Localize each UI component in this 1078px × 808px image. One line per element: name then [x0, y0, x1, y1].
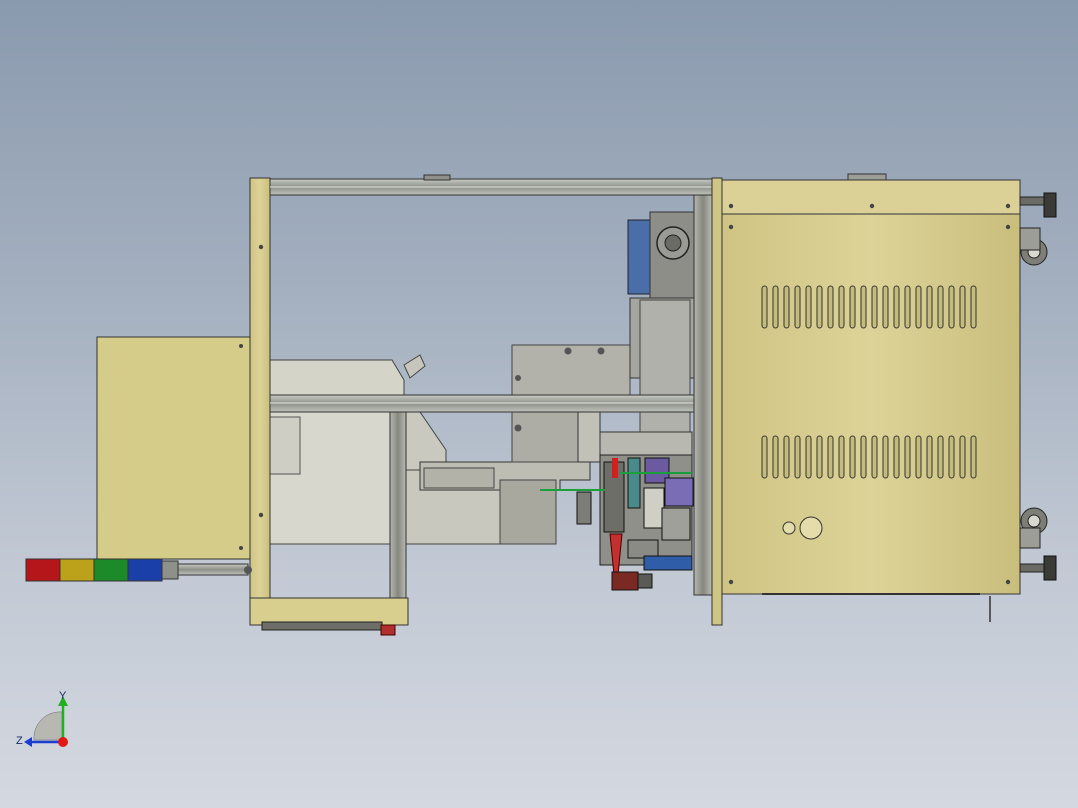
vent-slot: [948, 435, 955, 479]
vent-slot: [970, 285, 977, 329]
vent-slot: [882, 285, 889, 329]
vent-slot: [882, 435, 889, 479]
electrical-cabinet[interactable]: [711, 173, 1021, 626]
vent-slot: [871, 435, 878, 479]
vent-slot: [838, 285, 845, 329]
vent-slot: [893, 285, 900, 329]
stack-light-green: [93, 558, 129, 582]
vent-slot: [959, 285, 966, 329]
vent-slot: [849, 285, 856, 329]
vent-slot: [915, 285, 922, 329]
vent-slot: [805, 435, 812, 479]
vent-slot: [772, 435, 779, 479]
vent-slot: [816, 435, 823, 479]
stack-light-red: [25, 558, 61, 582]
vent-slot: [783, 435, 790, 479]
vent-slot: [904, 285, 911, 329]
vent-slot: [904, 435, 911, 479]
caster-upper[interactable]: [1019, 192, 1057, 266]
vent-slot: [783, 285, 790, 329]
vent-slot: [926, 435, 933, 479]
axis-x-dot-icon: [58, 737, 68, 747]
vent-slot: [805, 285, 812, 329]
vent-slot: [926, 285, 933, 329]
vent-slot: [915, 435, 922, 479]
caster-lower[interactable]: [1019, 507, 1057, 581]
motor-assembly[interactable]: [627, 211, 695, 451]
vent-slot: [761, 285, 768, 329]
vent-slot: [937, 285, 944, 329]
stack-light-yellow: [59, 558, 95, 582]
orientation-triad[interactable]: Y Z: [14, 688, 78, 752]
vent-slot: [871, 285, 878, 329]
vent-slot: [838, 435, 845, 479]
vent-slot: [816, 285, 823, 329]
axis-z-label: Z: [16, 735, 23, 747]
control-box[interactable]: [96, 336, 252, 560]
axis-y-label: Y: [59, 690, 67, 702]
vent-slot: [794, 435, 801, 479]
stack-light[interactable]: [25, 558, 249, 582]
feeder-unit[interactable]: [267, 344, 631, 545]
vent-slot: [860, 435, 867, 479]
vent-slot: [849, 435, 856, 479]
vent-slot: [937, 435, 944, 479]
vent-slot: [860, 285, 867, 329]
vent-slot: [827, 285, 834, 329]
vent-slot: [794, 285, 801, 329]
vent-slot: [761, 435, 768, 479]
cad-viewport[interactable]: Y Z: [0, 0, 1078, 808]
vent-slot: [772, 285, 779, 329]
stack-light-blue: [127, 558, 163, 582]
vent-slot: [827, 435, 834, 479]
vent-slot: [959, 435, 966, 479]
vent-slot: [970, 435, 977, 479]
vent-slot: [893, 435, 900, 479]
machine-model[interactable]: [0, 0, 1078, 808]
axis-z-arrow-icon: [24, 737, 32, 747]
vent-slot: [948, 285, 955, 329]
